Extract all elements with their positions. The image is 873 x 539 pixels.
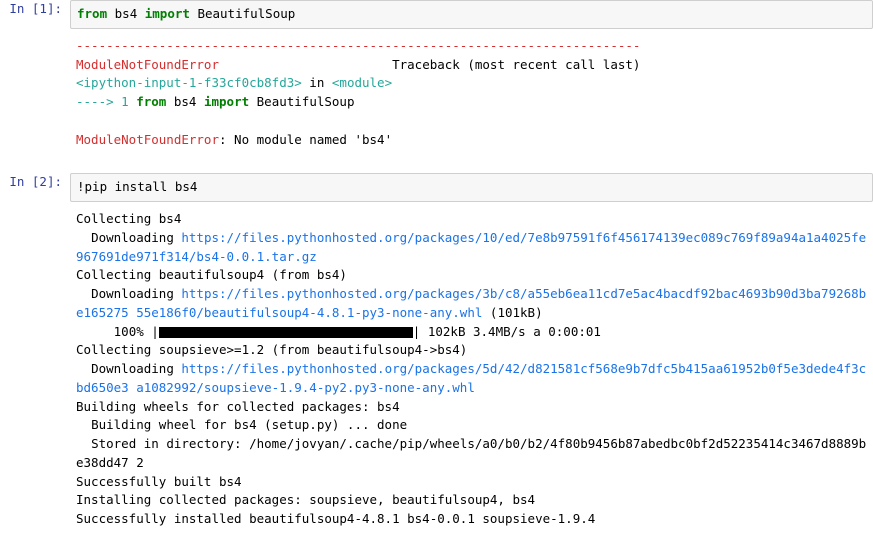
out-l12: Successfully installed beautifulsoup4-4.…: [76, 511, 595, 526]
cell-1-input[interactable]: from bs4 import BeautifulSoup: [70, 0, 873, 29]
module-word: <module>: [332, 75, 392, 90]
error-dashes: ----------------------------------------…: [76, 38, 640, 53]
traceback-label: Traceback (most recent call last): [392, 57, 640, 72]
kw-from: from: [77, 6, 107, 21]
cell-1-code: from bs4 import BeautifulSoup: [77, 5, 866, 24]
out-l9: Stored in directory: /home/jovyan/.cache…: [76, 436, 866, 470]
cell-1-output: ----------------------------------------…: [70, 35, 873, 154]
out-l2a: Downloading: [76, 230, 181, 245]
out-l7: Building wheels for collected packages: …: [76, 399, 400, 414]
name-bs: BeautifulSoup: [197, 6, 295, 21]
link-bs4-targz[interactable]: https://files.pythonhosted.org/packages/…: [76, 230, 866, 264]
out-l4c: (101kB): [482, 305, 542, 320]
in-word: in: [302, 75, 332, 90]
cell-2-input[interactable]: !pip install bs4: [70, 173, 873, 202]
from2: from: [136, 94, 166, 109]
import2: import: [204, 94, 249, 109]
out-l4a: Downloading: [76, 286, 181, 301]
link-soupsieve-whl[interactable]: https://files.pythonhosted.org/packages/…: [76, 361, 866, 395]
out-l11: Installing collected packages: soupsieve…: [76, 492, 535, 507]
out-l3: Collecting beautifulsoup4 (from bs4): [76, 267, 347, 282]
cell-2-prompt: In [2]:: [0, 173, 70, 192]
arrow: ----> 1: [76, 94, 136, 109]
final-error-msg: : No module named 'bs4': [219, 132, 392, 147]
out-l6a: Downloading: [76, 361, 181, 376]
out-l10: Successfully built bs4: [76, 474, 242, 489]
cell-1-input-row: In [1]: from bs4 import BeautifulSoup: [0, 0, 873, 29]
cell-2-code: !pip install bs4: [77, 178, 866, 197]
spacer: [0, 159, 873, 173]
link-beautifulsoup4-whl[interactable]: https://files.pythonhosted.org/packages/…: [76, 286, 866, 320]
error-name: ModuleNotFoundError: [76, 57, 219, 72]
name2: BeautifulSoup: [249, 94, 354, 109]
mod-bs4: bs4: [115, 6, 138, 21]
out-l8: Building wheel for bs4 (setup.py) ... do…: [76, 417, 407, 432]
final-error-name: ModuleNotFoundError: [76, 132, 219, 147]
cell-2-input-row: In [2]: !pip install bs4: [0, 173, 873, 202]
cell-1-output-row: ----------------------------------------…: [0, 35, 873, 154]
out-l1: Collecting bs4: [76, 211, 181, 226]
cell-2-output: Collecting bs4 Downloading https://files…: [70, 208, 873, 533]
progress-post: | 102kB 3.4MB/s a 0:00:01: [413, 324, 601, 339]
out-l5: Collecting soupsieve>=1.2 (from beautifu…: [76, 342, 467, 357]
kw-import: import: [145, 6, 190, 21]
cell-1-prompt: In [1]:: [0, 0, 70, 19]
frame-file: <ipython-input-1-f33cf0cb8fd3>: [76, 75, 302, 90]
mod2: bs4: [166, 94, 204, 109]
progress-pre: 100% |: [76, 324, 159, 339]
cell-2-output-row: Collecting bs4 Downloading https://files…: [0, 208, 873, 533]
progress-bar: [159, 327, 413, 338]
